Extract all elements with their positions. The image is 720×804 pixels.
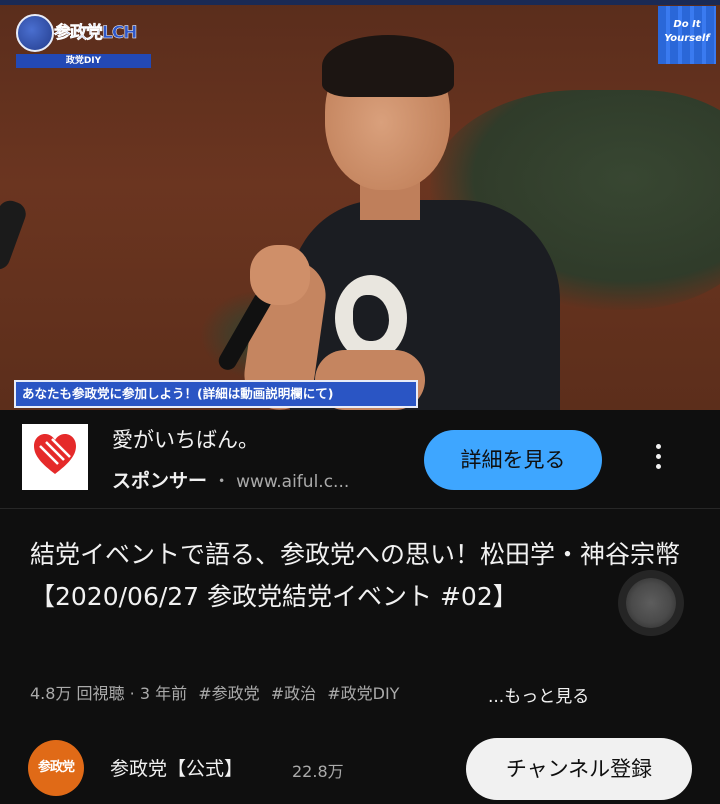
floating-circle-button[interactable] xyxy=(626,578,676,628)
shirt-emblem xyxy=(335,275,407,361)
speaker-hair xyxy=(322,35,454,97)
more-vert-icon[interactable] xyxy=(644,440,672,480)
microphone-left-edge xyxy=(0,197,30,273)
ad-url: www.aiful.c... xyxy=(236,472,350,492)
sponsor-label: スポンサー xyxy=(112,470,208,492)
video-metadata[interactable]: 4.8万 回視聴 · 3 年前 #参政党 #政治 #政党DIY xyxy=(30,680,399,704)
channel-name[interactable]: 参政党【公式】 xyxy=(110,754,243,781)
meta-dot: · xyxy=(129,684,135,703)
globe-logo-icon xyxy=(16,14,54,52)
badge-line-1: Do It xyxy=(673,19,701,30)
speaker-hand xyxy=(250,245,310,305)
sponsored-ad[interactable]: 愛がいちばん。 スポンサー ・ www.aiful.c... 詳細を見る xyxy=(0,410,720,508)
video-player[interactable]: 参政党LCH 政党DIY Do It Yourself あなたも参政党に参加しよ… xyxy=(0,0,720,410)
subscriber-count: 22.8万 xyxy=(292,762,344,781)
heart-logo-icon xyxy=(34,434,76,474)
ad-sponsor-line: スポンサー ・ www.aiful.c... xyxy=(112,466,349,493)
sponsor-separator: ・ xyxy=(213,472,231,492)
view-details-button[interactable]: 詳細を見る xyxy=(424,430,602,490)
hashtag[interactable]: #参政党 xyxy=(198,684,259,703)
ad-title[interactable]: 愛がいちばん。 xyxy=(112,424,259,454)
watermark-subtitle: 政党DIY xyxy=(16,54,151,68)
divider xyxy=(0,508,720,509)
video-speaker-figure xyxy=(215,30,570,410)
video-caption-banner: あなたも参政党に参加しよう！(詳細は動画説明欄にて) xyxy=(14,380,418,408)
show-more-link[interactable]: ...もっと見る xyxy=(488,682,589,707)
channel-watermark: 参政党LCH 政党DIY xyxy=(16,10,151,68)
hashtag[interactable]: #政党DIY xyxy=(327,684,399,703)
channel-avatar[interactable]: 参政党 xyxy=(28,740,84,796)
upload-age: 3 年前 xyxy=(139,684,188,703)
advertiser-logo[interactable] xyxy=(22,424,88,490)
diy-badge: Do It Yourself xyxy=(658,6,716,64)
subscribe-button[interactable]: チャンネル登録 xyxy=(466,738,692,800)
watermark-name: 参政党LCH xyxy=(54,23,138,44)
video-title[interactable]: 結党イベントで語る、参政党への思い！松田学・神谷宗幣【2020/06/27 参政… xyxy=(30,534,680,618)
badge-line-2: Yourself xyxy=(664,33,710,44)
hashtag[interactable]: #政治 xyxy=(271,684,316,703)
player-top-edge xyxy=(0,0,720,5)
view-count: 4.8万 回視聴 xyxy=(30,684,125,703)
